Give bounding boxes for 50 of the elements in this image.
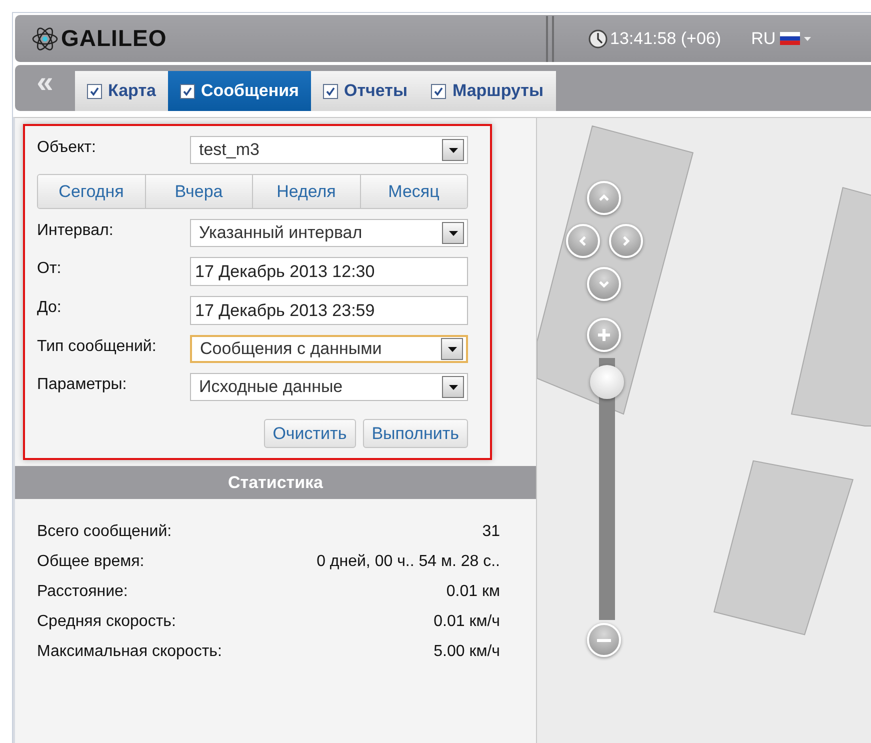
stat-value: 0.01 км/ч	[434, 613, 500, 631]
checkbox[interactable]	[87, 84, 102, 98]
stat-value: 31	[482, 523, 500, 541]
flag-icon	[780, 32, 800, 45]
dropdown-field[interactable]: Указанный интервал	[190, 219, 468, 247]
stat-value: 0 дней, 00 ч.. 54 м. 28 с..	[316, 553, 500, 571]
tab[interactable]: Сообщения	[168, 71, 311, 111]
object-select[interactable]: test_m3	[190, 136, 468, 164]
field-label: Объект:	[37, 138, 97, 157]
dropdown-icon	[442, 376, 464, 398]
period-button[interactable]: Вчера	[146, 175, 253, 208]
stat-label: Расстояние:	[37, 583, 128, 601]
field-label: Параметры:	[37, 375, 128, 394]
period-button[interactable]: Месяц	[360, 175, 467, 208]
stat-label: Средняя скорость:	[37, 613, 176, 631]
caret-icon	[804, 36, 811, 40]
stat-label: Общее время:	[37, 553, 144, 571]
action-button[interactable]: Очистить	[264, 419, 356, 448]
stat-value: 5.00 км/ч	[434, 643, 500, 661]
tab[interactable]: Отчеты	[310, 71, 420, 111]
section-header: Статистика	[15, 466, 536, 499]
header-divider	[546, 16, 554, 62]
stat-value: 0.01 км	[446, 583, 500, 601]
date-field[interactable]: 17 Декабрь 2013 12:30	[190, 257, 468, 286]
atom-icon	[31, 26, 59, 52]
dropdown-icon	[441, 338, 463, 360]
date-field[interactable]: 17 Декабрь 2013 23:59	[190, 296, 468, 325]
period-button[interactable]: Неделя	[253, 175, 360, 208]
stat-label: Всего сообщений:	[37, 523, 172, 541]
plus-icon	[596, 327, 612, 343]
dropdown-icon	[442, 139, 464, 161]
checkbox[interactable]	[431, 84, 446, 98]
tab[interactable]: Карта	[75, 71, 168, 111]
dropdown-field[interactable]: Сообщения с данными	[190, 335, 468, 363]
clock-time: 13:41:58 (+06)	[610, 28, 722, 48]
checkbox[interactable]	[180, 84, 195, 98]
tab[interactable]: Маршруты	[419, 71, 556, 111]
checkbox[interactable]	[322, 84, 338, 98]
stat-label: Максимальная скорость:	[37, 643, 222, 661]
dropdown-field[interactable]: Исходные данные	[190, 373, 468, 401]
field-label: До:	[37, 298, 62, 317]
minus-icon	[597, 638, 611, 642]
field-label: Тип сообщений:	[37, 337, 158, 356]
clock-icon	[588, 28, 608, 48]
action-button[interactable]: Выполнить	[362, 419, 468, 448]
logo-text: GALILEO	[61, 25, 167, 52]
field-label: От:	[37, 259, 62, 278]
dropdown-icon	[442, 222, 464, 244]
period-button[interactable]: Сегодня	[38, 175, 146, 208]
field-label: Интервал:	[37, 221, 114, 240]
